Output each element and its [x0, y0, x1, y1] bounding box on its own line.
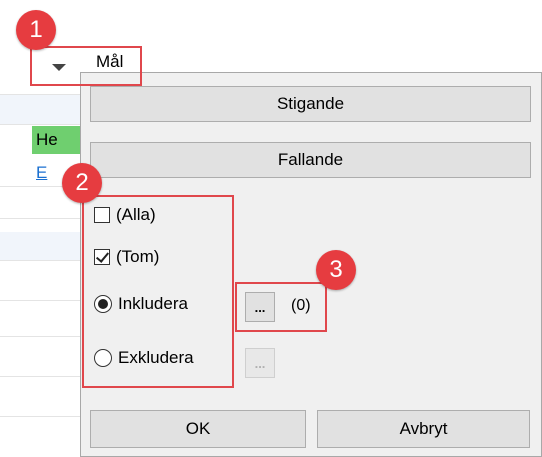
- grid-line: [0, 376, 80, 377]
- grid-row: [0, 232, 80, 260]
- sort-descending-button[interactable]: Fallande: [90, 142, 531, 178]
- grid-cell-he[interactable]: He: [32, 126, 82, 154]
- grid-line: [0, 218, 80, 219]
- grid-line: [0, 300, 80, 301]
- grid-line: [0, 336, 80, 337]
- sort-ascending-button[interactable]: Stigande: [90, 86, 531, 122]
- grid-cell-e-text[interactable]: E: [36, 163, 47, 183]
- cancel-button[interactable]: Avbryt: [317, 410, 530, 448]
- grid-line: [0, 416, 80, 417]
- exclude-values-button: ...: [245, 348, 275, 378]
- grid-cell-he-text: He: [36, 130, 58, 149]
- highlight-box-3: [235, 282, 327, 332]
- grid-line: [0, 260, 80, 261]
- highlight-box-2: [82, 195, 234, 388]
- annotation-marker-2: 2: [62, 163, 102, 203]
- grid-line: [0, 94, 80, 95]
- annotation-marker-1: 1: [16, 10, 56, 50]
- grid-row: [0, 94, 80, 124]
- ok-button[interactable]: OK: [90, 410, 306, 448]
- grid-line: [0, 124, 80, 125]
- highlight-box-1: [30, 46, 142, 86]
- annotation-marker-3: 3: [316, 250, 356, 290]
- spreadsheet-background: [0, 60, 80, 457]
